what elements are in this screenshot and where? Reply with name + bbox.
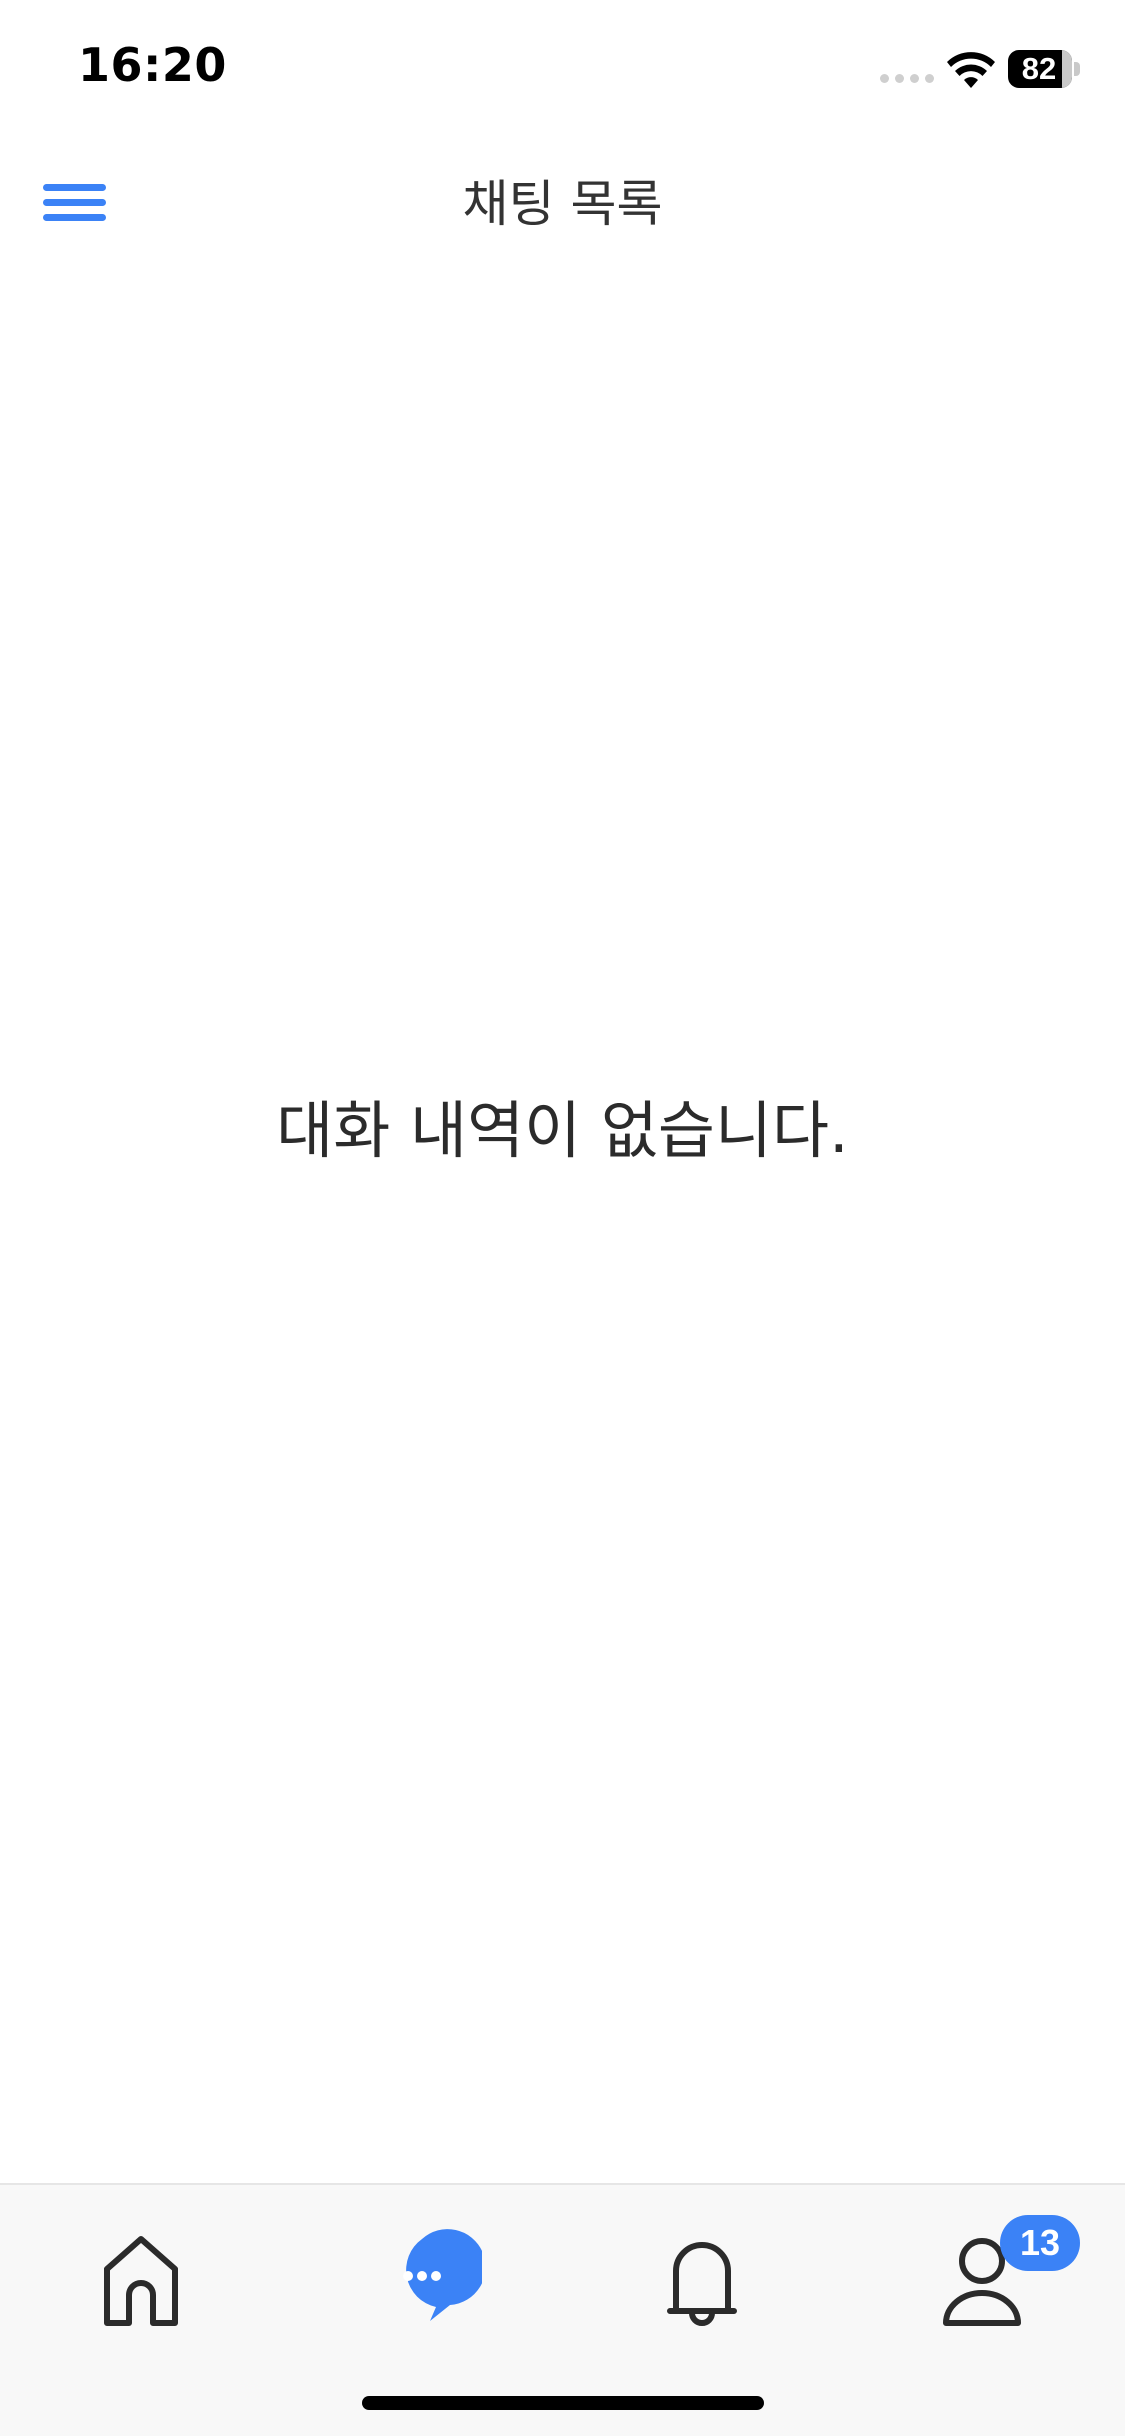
- navigation-header: 채팅 목록: [0, 132, 1125, 262]
- chat-list-screen: 16:20 82 채팅 목록 대화 내역이 없습니다. 13: [0, 0, 1125, 2436]
- chat-bubble-icon: [403, 2229, 482, 2321]
- tab-chat[interactable]: [362, 2215, 482, 2335]
- empty-state-message: 대화 내역이 없습니다.: [276, 1094, 849, 1167]
- wifi-icon: [947, 52, 995, 88]
- tab-notifications[interactable]: [642, 2215, 762, 2335]
- status-bar: 16:20 82: [0, 0, 1125, 132]
- page-title: 채팅 목록: [462, 175, 663, 233]
- status-time: 16:20: [78, 38, 227, 92]
- home-indicator[interactable]: [362, 2396, 764, 2410]
- battery-level: 82: [1021, 51, 1057, 86]
- bell-icon: [667, 2242, 737, 2326]
- tab-profile[interactable]: 13: [922, 2215, 1080, 2335]
- profile-badge: 13: [1000, 2215, 1080, 2271]
- home-icon: [104, 2236, 178, 2326]
- tab-home[interactable]: [81, 2215, 201, 2335]
- cellular-signal-icon: [880, 74, 936, 84]
- battery-icon: 82: [1008, 50, 1080, 88]
